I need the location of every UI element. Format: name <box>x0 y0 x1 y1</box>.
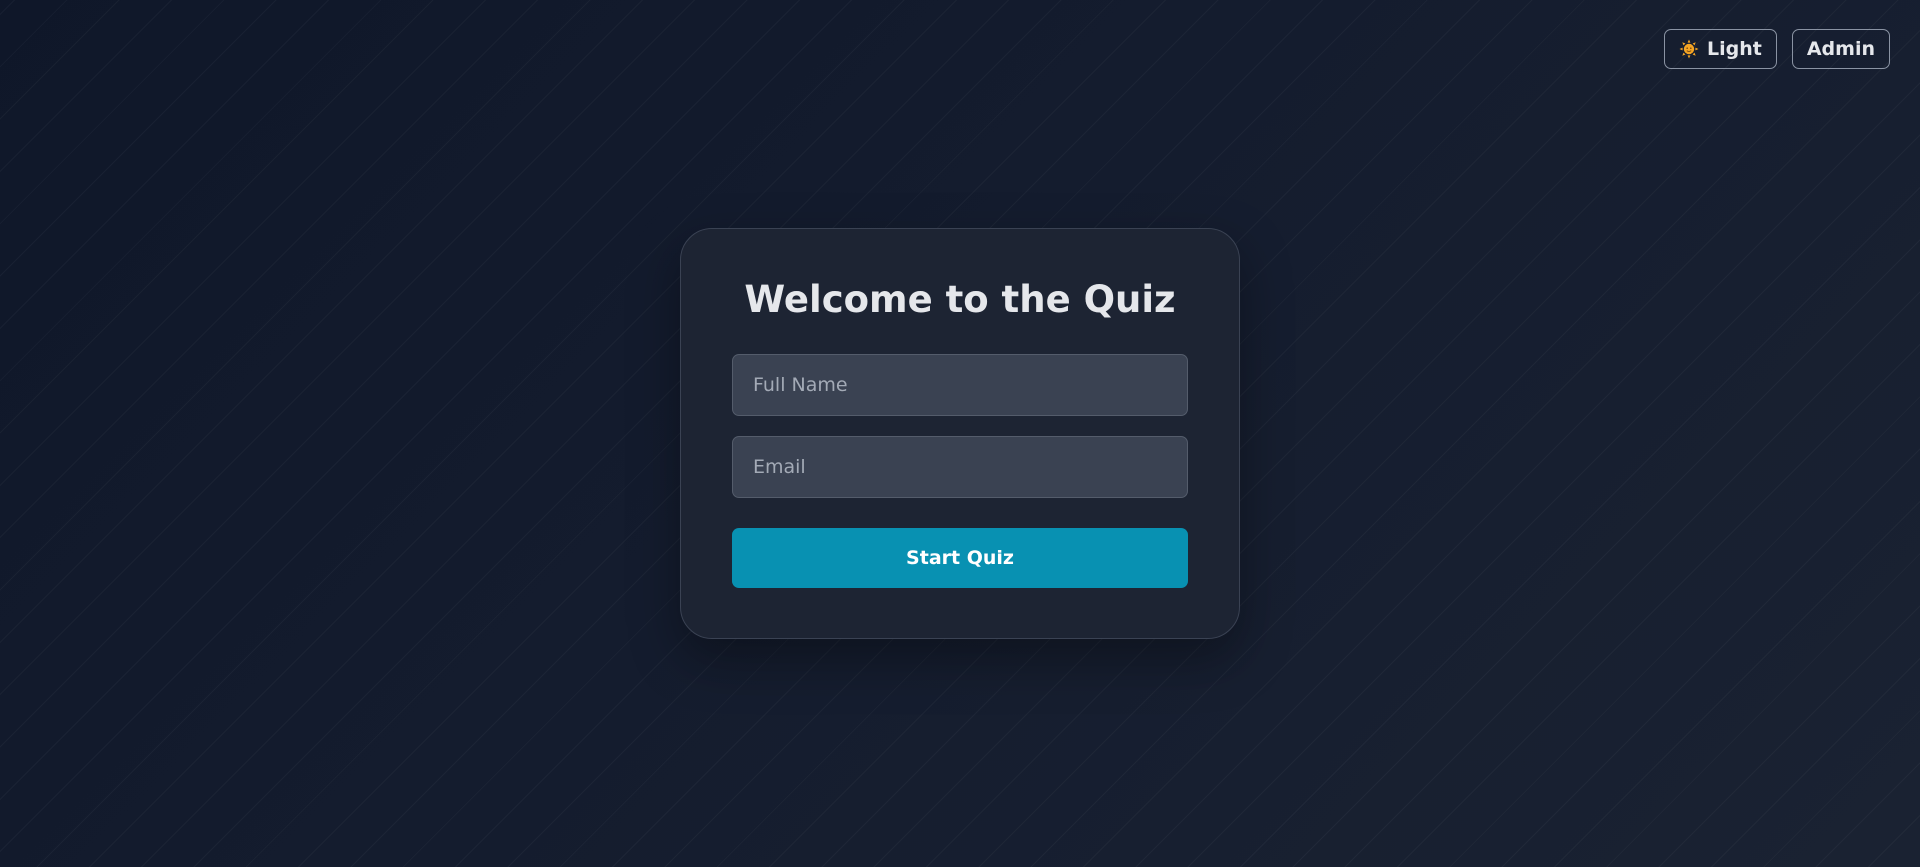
theme-toggle-button[interactable]: Light <box>1664 29 1777 69</box>
full-name-input[interactable] <box>732 354 1188 416</box>
admin-button[interactable]: Admin <box>1791 29 1890 69</box>
top-bar: Light Admin <box>1664 29 1890 69</box>
email-input[interactable] <box>732 436 1188 498</box>
quiz-welcome-card: Welcome to the Quiz Start Quiz <box>680 228 1240 639</box>
page-title: Welcome to the Quiz <box>744 278 1176 321</box>
sun-icon <box>1679 39 1699 59</box>
theme-toggle-label: Light <box>1707 38 1762 60</box>
start-quiz-button[interactable]: Start Quiz <box>732 528 1188 588</box>
